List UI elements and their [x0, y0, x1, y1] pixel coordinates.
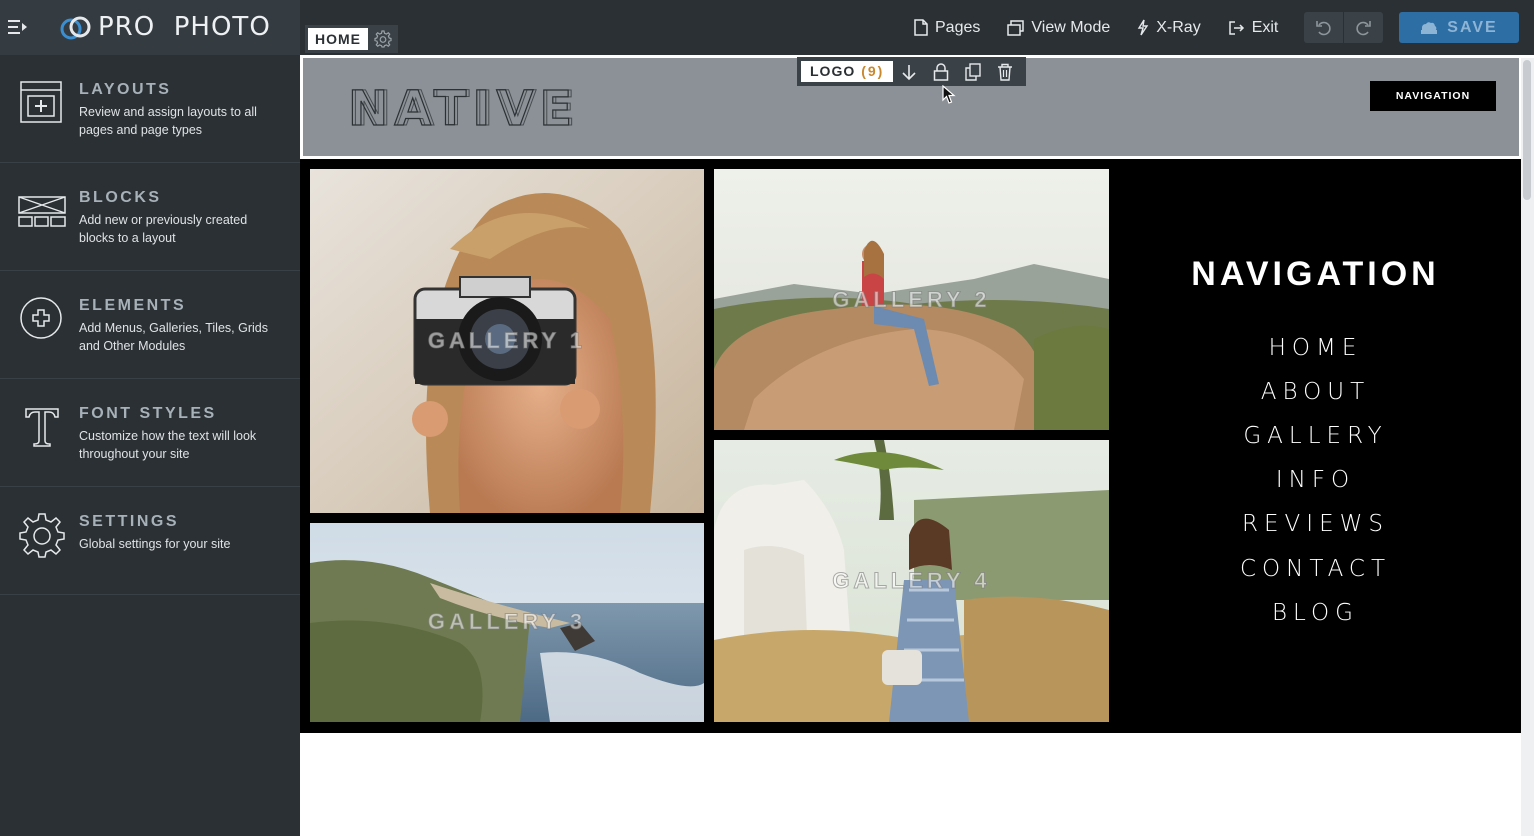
save-button[interactable]: SAVE [1399, 12, 1519, 43]
gallery-tile-1[interactable]: GALLERY 1 [310, 169, 704, 513]
blocks-icon [18, 187, 66, 235]
nav-link-reviews[interactable]: REVIEWS [1110, 511, 1521, 537]
page-tag-label: HOME [308, 28, 368, 50]
logo-element-count: (9) [861, 63, 885, 79]
logo-element-label[interactable]: LOGO (9) [801, 61, 894, 82]
redo-button[interactable] [1343, 12, 1382, 43]
sidebar-item-title: BLOCKS [79, 189, 162, 206]
cloud-save-icon [1421, 21, 1438, 34]
undo-icon [1315, 20, 1331, 35]
nav-link-about[interactable]: ABOUT [1110, 379, 1521, 405]
mouse-cursor-icon [942, 84, 956, 110]
top-actions: Pages View Mode X-Ray Exit [914, 0, 1305, 55]
page-settings-gear-icon[interactable] [368, 25, 398, 53]
sidebar-item-desc: Add new or previously created blocks to … [79, 213, 248, 245]
sidebar-item-layouts[interactable]: LAYOUTS Review and assign layouts to all… [0, 55, 300, 163]
lock-icon[interactable] [925, 57, 957, 86]
undo-redo-group [1304, 12, 1383, 43]
sidebar-item-title: SETTINGS [79, 513, 180, 530]
sidebar-item-desc: Global settings for your site [79, 537, 231, 551]
canvas-scrollbar[interactable] [1521, 58, 1534, 836]
pages-button[interactable]: Pages [914, 19, 980, 37]
top-toolbar: PRO PHOTO Pages View Mode X-Ray Exit SAV… [0, 0, 1534, 55]
navigation-title: NAVIGATION [1191, 255, 1440, 293]
logo-element-name: LOGO [810, 63, 856, 79]
navigation-toggle-button[interactable]: NAVIGATION [1370, 81, 1496, 111]
layout-icon [18, 79, 66, 127]
brand-area: PRO PHOTO [0, 0, 300, 55]
sidebar-item-title: LAYOUTS [79, 81, 172, 98]
nav-link-blog[interactable]: BLOG [1110, 600, 1521, 626]
gallery-tile-label: GALLERY 3 [427, 609, 587, 635]
xray-button[interactable]: X-Ray [1137, 18, 1201, 37]
trash-icon[interactable] [989, 57, 1021, 86]
gallery-tile-label: GALLERY 1 [427, 328, 587, 354]
move-down-icon[interactable] [893, 57, 925, 86]
sidebar-item-title: FONT STYLES [79, 405, 217, 422]
logo-element-toolbar: LOGO (9) [797, 57, 1026, 86]
exit-icon [1228, 20, 1244, 35]
view-mode-icon [1007, 19, 1025, 36]
nav-link-contact[interactable]: CONTACT [1110, 556, 1521, 582]
gallery-tile-label: GALLERY 4 [832, 568, 991, 594]
nav-link-home[interactable]: HOME [1110, 335, 1521, 361]
sidebar-item-desc: Add Menus, Galleries, Tiles, Grids and O… [79, 321, 268, 353]
gallery-tile-3[interactable]: GALLERY 3 [310, 523, 704, 722]
save-label: SAVE [1447, 18, 1498, 36]
gallery-tile-label: GALLERY 2 [832, 287, 991, 313]
lightning-icon [1137, 19, 1149, 36]
undo-button[interactable] [1304, 12, 1343, 43]
gallery-tile-4[interactable]: GALLERY 4 [714, 440, 1109, 722]
brand-name: PRO PHOTO [98, 12, 271, 42]
sidebar-item-settings[interactable]: SETTINGS Global settings for your site [0, 487, 300, 595]
sidebar-item-desc: Customize how the text will look through… [79, 429, 257, 461]
duplicate-icon[interactable] [957, 57, 989, 86]
gear-icon [18, 511, 66, 559]
sidebar-item-font-styles[interactable]: FONT STYLES Customize how the text will … [0, 379, 300, 487]
scrollbar-thumb[interactable] [1523, 60, 1531, 200]
add-element-icon [18, 295, 66, 343]
page-icon [914, 19, 928, 36]
pages-label: Pages [935, 18, 981, 36]
sidebar-item-desc: Review and assign layouts to all pages a… [79, 105, 257, 137]
site-logo[interactable]: NATIVE NATIVE [347, 80, 578, 137]
exit-button[interactable]: Exit [1228, 18, 1279, 37]
nav-link-info[interactable]: INFO [1110, 467, 1521, 493]
redo-icon [1356, 20, 1371, 35]
menu-toggle-icon[interactable] [8, 18, 28, 36]
sidebar-item-elements[interactable]: ELEMENTS Add Menus, Galleries, Tiles, Gr… [0, 271, 300, 379]
gallery-tile-2[interactable]: GALLERY 2 [714, 169, 1109, 430]
navigation-panel: NAVIGATION HOME ABOUT GALLERY INFO REVIE… [1110, 159, 1521, 733]
xray-label: X-Ray [1156, 18, 1201, 36]
view-mode-label: View Mode [1031, 18, 1111, 36]
view-mode-button[interactable]: View Mode [1007, 19, 1110, 37]
site-logo-text-outline: NATIVE [351, 85, 578, 131]
page-tag: HOME [305, 25, 398, 53]
prophoto-logo-icon [60, 14, 92, 42]
nav-link-gallery[interactable]: GALLERY [1110, 423, 1521, 449]
exit-label: Exit [1251, 18, 1279, 36]
font-icon [18, 403, 66, 451]
sidebar: LAYOUTS Review and assign layouts to all… [0, 55, 300, 836]
sidebar-item-title: ELEMENTS [79, 297, 187, 314]
sidebar-item-blocks[interactable]: BLOCKS Add new or previously created blo… [0, 163, 300, 271]
